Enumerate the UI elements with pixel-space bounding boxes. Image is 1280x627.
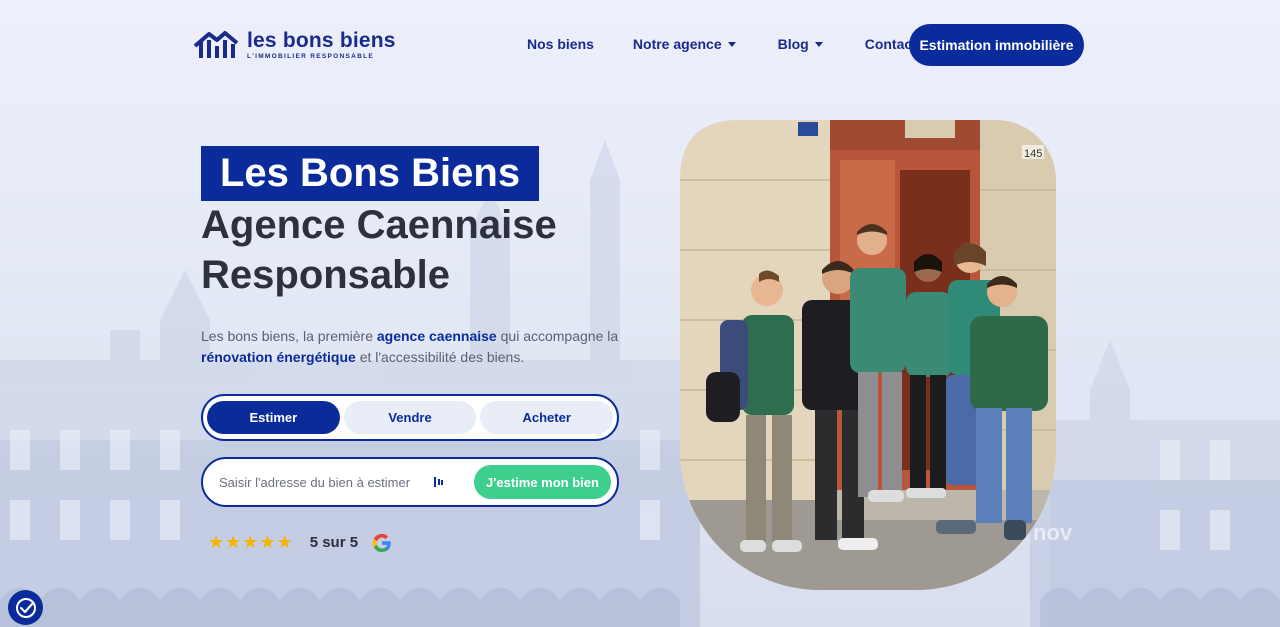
photo-watermark: nov [1033,520,1073,545]
desc-text: et l'accessibilité des biens. [355,349,525,365]
rating-text: 5 sur 5 [309,534,359,551]
hero-badge: Les Bons Biens [201,146,540,201]
nav-item-nos-biens[interactable]: Nos biens [527,36,594,52]
tab-vendre[interactable]: Vendre [343,401,477,434]
google-icon [372,533,391,552]
background-illustration [0,140,1280,627]
brand-tagline: L'IMMOBILIER RESPONSABLE [247,53,374,60]
google-rating: ★ ★ ★ ★ ★ 5 sur 5 [208,532,392,553]
star-icon: ★ [259,532,276,552]
hero-title-line1: Agence Caennaise [201,203,557,247]
nav-label: Notre agence [632,36,722,52]
location-pin-icon[interactable] [432,475,446,489]
brand-name: les bons biens [247,29,396,52]
address-search-bar: J'estime mon bien [201,457,619,507]
background-architecture [0,0,1280,627]
main-nav: Nos biens Notre agence Blog Contact [527,36,917,52]
star-icon: ★ [276,532,293,552]
door-number: 145 [1024,148,1042,160]
desc-text: Les bons biens, la première [201,328,377,344]
estimate-submit-button[interactable]: J'estime mon bien [474,465,611,499]
tab-acheter[interactable]: Acheter [480,401,614,434]
star-icon: ★ [208,532,225,552]
brand-logo[interactable]: les bons biens L'IMMOBILIER RESPONSABLE [193,28,396,62]
team-photo-illustration: 145 [680,120,1056,590]
address-input[interactable] [219,474,432,490]
desc-text: qui accompagne la [496,328,619,344]
nav-item-blog[interactable]: Blog [778,36,823,52]
chevron-down-icon [814,41,823,47]
chevron-down-icon [727,41,736,47]
nav-label: Nos biens [527,36,594,52]
star-icon: ★ [242,532,259,552]
hero-title-line2: Responsable [201,253,450,297]
desc-highlight: agence caennaise [376,328,497,344]
desc-highlight: rénovation énergétique [201,349,356,365]
estimation-cta-button[interactable]: Estimation immobilière [909,24,1084,66]
cookie-consent-icon [15,597,36,618]
cookie-consent-button[interactable] [8,590,43,625]
action-tabs: Estimer Vendre Acheter [201,394,619,441]
house-logo-icon [193,31,239,58]
star-icon: ★ [225,532,242,552]
nav-label: Blog [777,36,809,52]
hero-description: Les bons biens, la première agence caenn… [201,326,631,368]
team-photo: 145 [680,120,1056,590]
tab-estimer[interactable]: Estimer [207,401,340,434]
nav-item-notre-agence[interactable]: Notre agence [633,36,736,52]
